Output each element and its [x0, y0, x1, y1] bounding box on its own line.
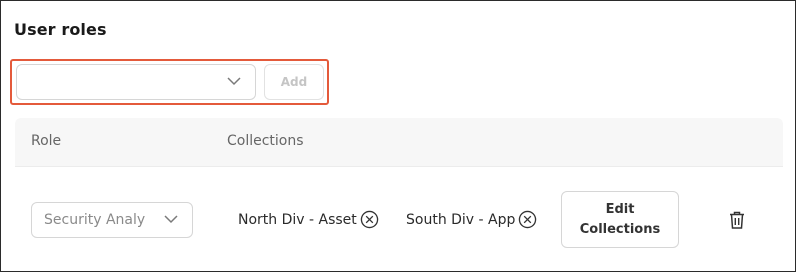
collection-chip: North Div - Asset	[238, 210, 379, 229]
chevron-down-icon	[227, 77, 241, 86]
remove-chip-icon[interactable]	[518, 210, 537, 229]
collection-chip-label: North Div - Asset	[238, 211, 357, 228]
role-select[interactable]	[16, 64, 256, 100]
collection-chip: South Div - App	[406, 210, 537, 229]
trash-icon[interactable]	[728, 210, 746, 230]
add-button[interactable]: Add	[264, 64, 324, 100]
chevron-down-icon	[164, 215, 178, 224]
table-header: Role Collections	[15, 118, 783, 167]
header-collections: Collections	[227, 133, 304, 149]
edit-collections-button[interactable]: Edit Collections	[561, 191, 679, 248]
row-role-select[interactable]: Security Analy	[31, 202, 193, 238]
roles-table: Role Collections Security Analy North Di…	[15, 118, 783, 272]
user-roles-panel: User roles Add Role Collections Security…	[0, 0, 796, 272]
header-role: Role	[31, 133, 62, 149]
collection-chip-label: South Div - App	[406, 211, 516, 228]
add-role-bar: Add	[10, 59, 329, 105]
section-title: User roles	[14, 20, 107, 39]
remove-chip-icon[interactable]	[360, 210, 379, 229]
row-role-value: Security Analy	[44, 212, 146, 228]
